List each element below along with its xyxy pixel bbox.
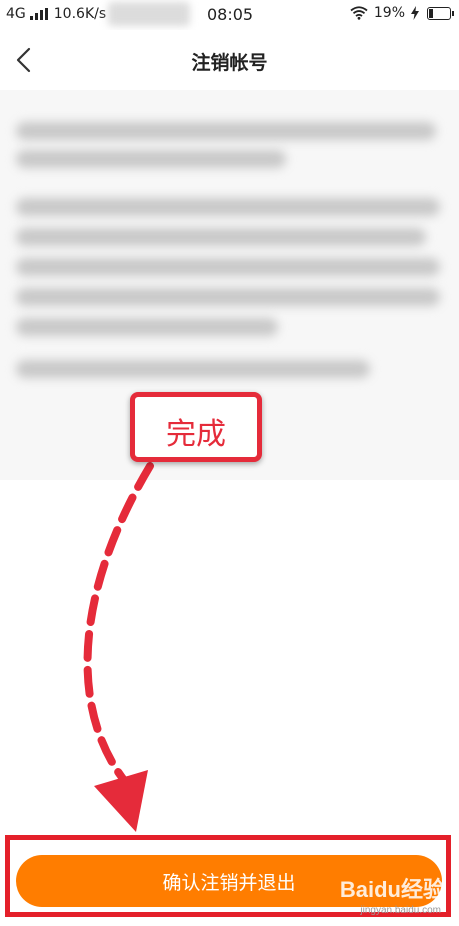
- status-right: 19%: [350, 5, 454, 21]
- network-speed: 10.6K/s: [53, 6, 107, 22]
- blurred-status-area: [108, 2, 190, 26]
- blurred-text-line: [16, 318, 278, 336]
- page-title: 注销帐号: [191, 52, 268, 74]
- signal-icon: [29, 8, 48, 20]
- network-type: 4G: [6, 6, 26, 22]
- blurred-text-line: [16, 198, 440, 216]
- wifi-icon: [350, 6, 368, 20]
- blurred-text-line: [16, 288, 440, 306]
- blurred-text-line: [16, 122, 436, 140]
- annotation-callout: 完成: [130, 392, 262, 462]
- battery-percent: 19%: [373, 5, 405, 21]
- baidu-watermark: Baidu经验: [339, 877, 445, 902]
- watermark-url: jingyan.baidu.com: [360, 905, 441, 916]
- annotation-label: 完成: [166, 417, 226, 452]
- blurred-text-line: [16, 360, 370, 378]
- battery-icon: [427, 6, 454, 20]
- confirm-button-label: 确认注销并退出: [162, 871, 296, 894]
- blurred-text-line: [16, 228, 426, 246]
- status-time: 08:05: [207, 5, 254, 24]
- nav-bar: 注销帐号: [0, 30, 459, 90]
- blurred-text-line: [16, 258, 440, 276]
- status-left: 4G 10.6K/s: [6, 6, 106, 22]
- charging-icon: [411, 6, 419, 20]
- blurred-text-line: [16, 150, 286, 168]
- status-bar: 4G 10.6K/s 08:05 19%: [0, 0, 459, 30]
